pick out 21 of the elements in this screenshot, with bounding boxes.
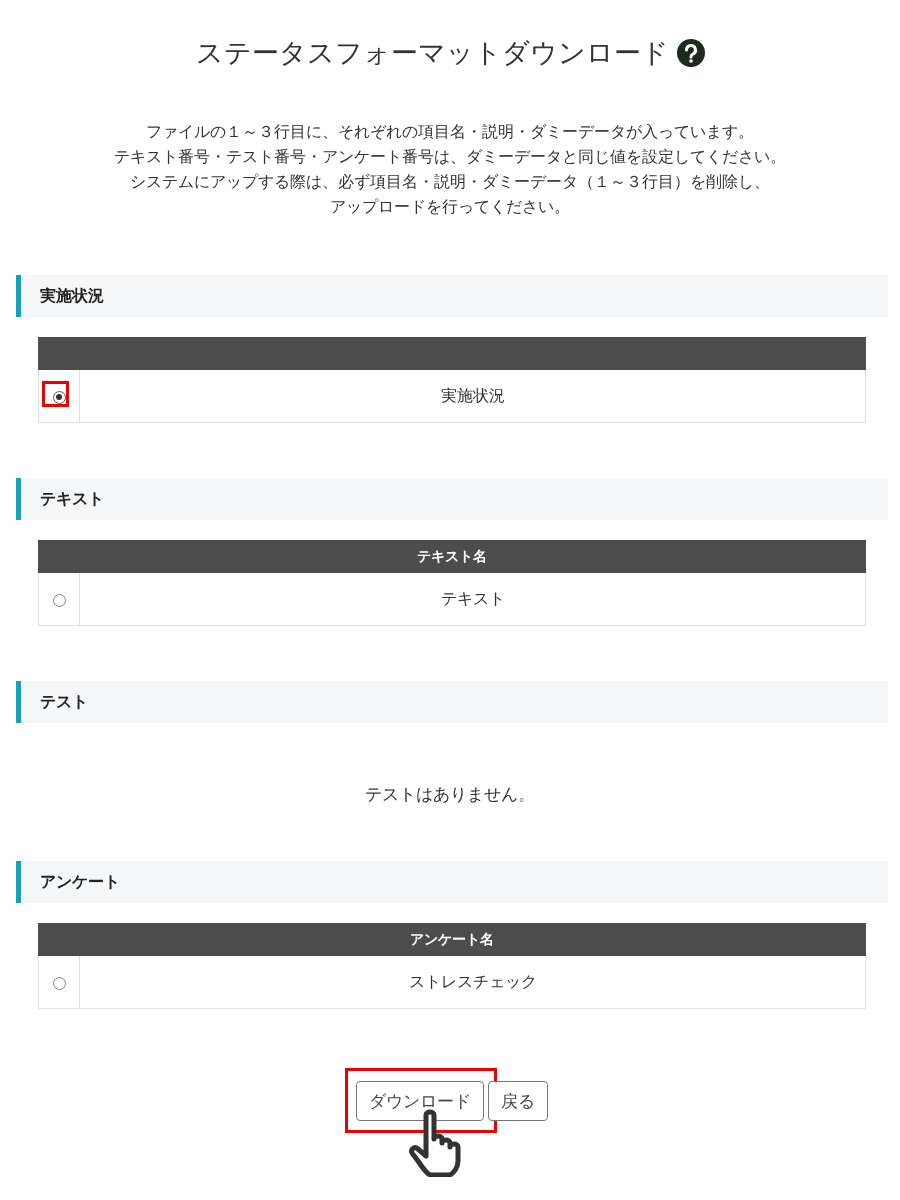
- help-icon[interactable]: [676, 39, 705, 67]
- radio-button[interactable]: [52, 390, 66, 404]
- radio-button[interactable]: [52, 593, 66, 607]
- table-cell: 実施状況: [79, 369, 866, 423]
- empty-message: テストはありません。: [365, 783, 535, 806]
- column-header: テキスト名: [417, 547, 487, 564]
- section-header: 実施状況: [16, 275, 888, 317]
- radio-button[interactable]: [52, 976, 66, 990]
- table-cell: ストレスチェック: [79, 955, 866, 1009]
- section-header: アンケート: [16, 861, 888, 903]
- description-line: アップロードを行ってください。: [330, 197, 570, 218]
- button[interactable]: 戻る: [488, 1081, 548, 1121]
- description-line: システムにアップする際は、必ず項目名・説明・ダミーデータ（１～３行目）を削除し、: [130, 172, 770, 193]
- description-line: テキスト番号・テスト番号・アンケート番号は、ダミーデータと同じ値を設定してください。: [114, 147, 786, 168]
- page-title: ステータスフォーマットダウンロード: [195, 36, 669, 70]
- section-header: テスト: [16, 681, 888, 723]
- table-cell: テキスト: [79, 572, 866, 626]
- button[interactable]: ダウンロード: [356, 1081, 484, 1121]
- column-header: アンケート名: [410, 930, 494, 947]
- section-header: テキスト: [16, 478, 888, 520]
- description-line: ファイルの１～３行目に、それぞれの項目名・説明・ダミーデータが入っています。: [146, 122, 754, 143]
